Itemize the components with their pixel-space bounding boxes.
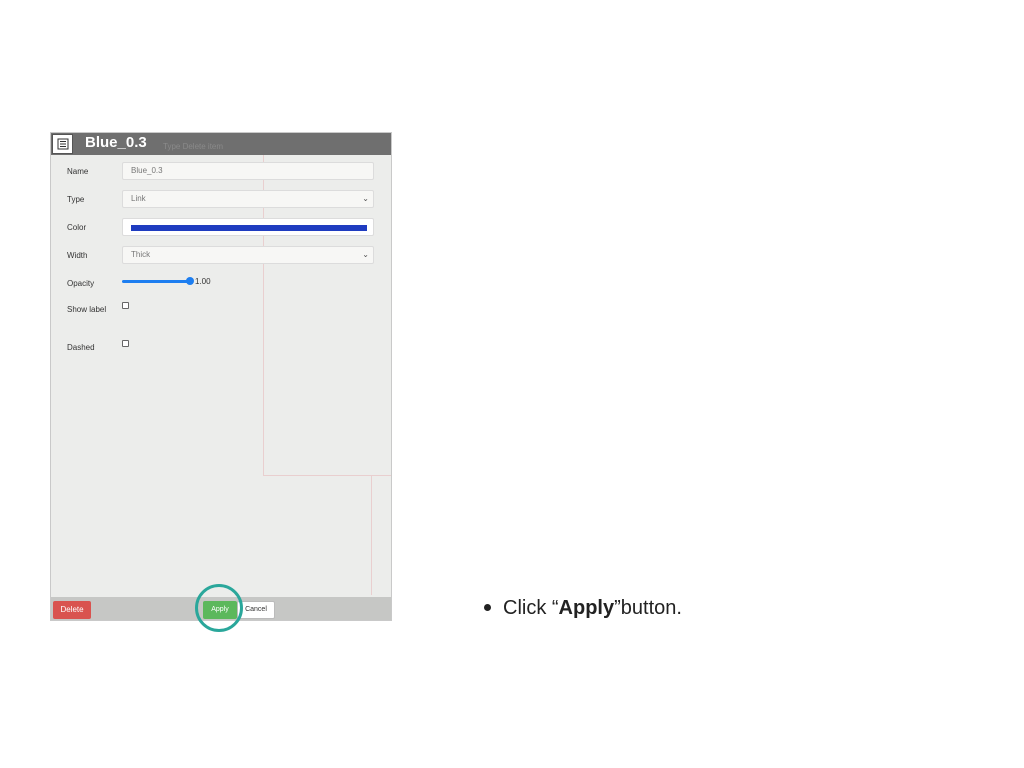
color-picker[interactable] — [122, 218, 374, 236]
bullet-icon — [484, 603, 491, 611]
dashed-checkbox[interactable] — [122, 340, 129, 347]
width-label: Width — [67, 251, 88, 260]
delete-button[interactable]: Delete — [53, 601, 91, 619]
width-select-value: Thick — [131, 250, 151, 259]
show-label-checkbox[interactable] — [122, 302, 129, 309]
type-label: Type — [67, 195, 85, 204]
name-label: Name — [67, 167, 89, 176]
opacity-value: 1.00 — [195, 277, 211, 286]
name-input[interactable]: Blue_0.3 — [122, 162, 374, 180]
map-boundary-line — [371, 475, 372, 595]
chevron-down-icon: ⌄ — [362, 194, 369, 203]
type-select[interactable]: Link ⌄ — [122, 190, 374, 208]
instruction-suffix: ”button. — [614, 597, 682, 619]
color-swatch — [131, 225, 367, 231]
type-select-value: Link — [131, 194, 146, 203]
dashed-label: Dashed — [67, 343, 95, 352]
style-dialog: Blue_0.3 Type Delete item Name Blue_0.3 … — [50, 132, 392, 621]
tutorial-slide: Blue_0.3 Type Delete item Name Blue_0.3 … — [0, 0, 1024, 768]
show-label-label: Show label — [67, 305, 107, 314]
chevron-down-icon: ⌄ — [362, 250, 369, 259]
instruction-text: Click “Apply”button. — [484, 595, 682, 621]
opacity-slider-track[interactable] — [122, 280, 192, 283]
color-label: Color — [67, 223, 87, 232]
dialog-title: Blue_0.3 — [85, 134, 147, 151]
width-select[interactable]: Thick ⌄ — [122, 246, 374, 264]
opacity-slider-thumb[interactable] — [186, 277, 194, 285]
opacity-label: Opacity — [67, 279, 95, 288]
apply-highlight-ring — [195, 584, 243, 632]
header-ghost-text: Type Delete item — [163, 142, 224, 151]
instruction-bold: Apply — [558, 597, 615, 619]
dialog-header: Blue_0.3 Type Delete item — [51, 133, 391, 155]
instruction-prefix: Click “ — [503, 597, 559, 619]
list-icon[interactable] — [52, 134, 73, 154]
